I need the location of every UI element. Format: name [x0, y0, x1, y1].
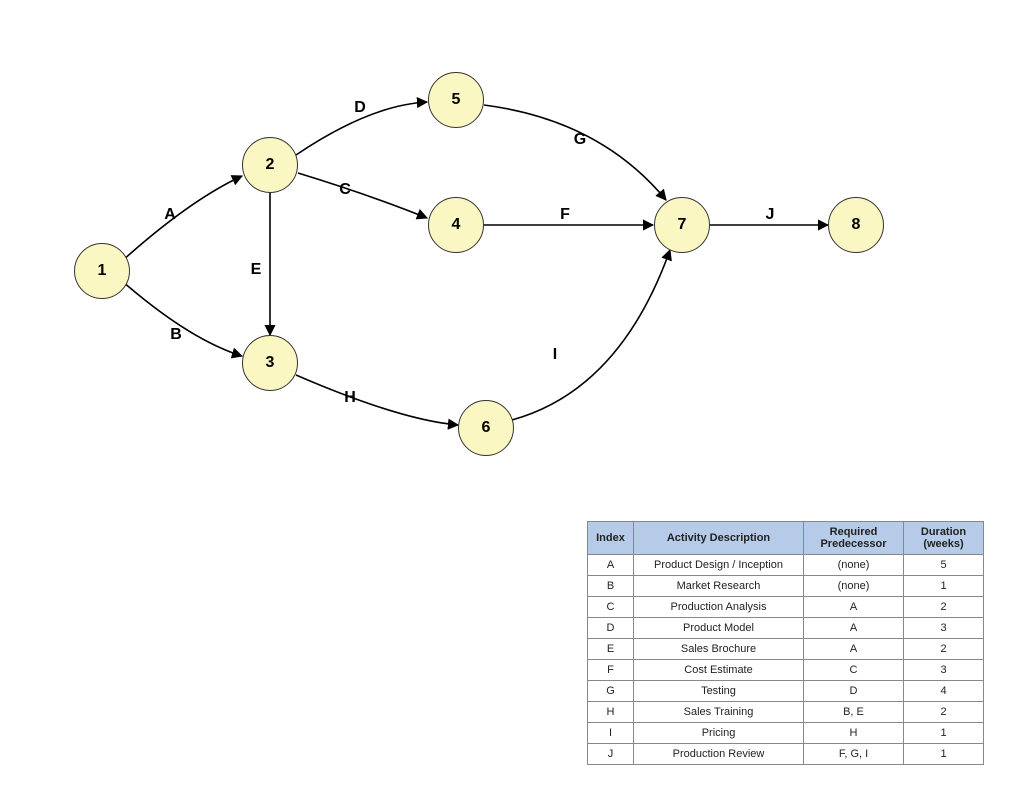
- activity-table: Index Activity Description Required Pred…: [587, 521, 984, 765]
- table-body: A Product Design / Inception (none) 5 B …: [588, 555, 984, 765]
- node-1: 1: [74, 243, 130, 299]
- table-row: D Product Model A 3: [588, 618, 984, 639]
- edge-I: [512, 250, 670, 420]
- table-row: H Sales Training B, E 2: [588, 702, 984, 723]
- edge-label-J: J: [766, 206, 775, 224]
- node-label: 4: [452, 216, 461, 234]
- th-dur: Duration (weeks): [904, 522, 984, 555]
- edge-label-I: I: [553, 346, 557, 364]
- edge-H: [296, 375, 458, 425]
- table-row: C Production Analysis A 2: [588, 597, 984, 618]
- table-row: A Product Design / Inception (none) 5: [588, 555, 984, 576]
- edge-label-B: B: [170, 326, 182, 344]
- edge-label-F: F: [560, 206, 570, 224]
- table-row: I Pricing H 1: [588, 723, 984, 744]
- th-pred: Required Predecessor: [804, 522, 904, 555]
- edge-C: [298, 173, 427, 218]
- edge-B: [122, 281, 242, 356]
- th-desc: Activity Description: [634, 522, 804, 555]
- node-label: 3: [266, 354, 275, 372]
- node-5: 5: [428, 72, 484, 128]
- node-label: 5: [452, 91, 461, 109]
- table-row: E Sales Brochure A 2: [588, 639, 984, 660]
- edge-label-D: D: [354, 99, 366, 117]
- table-row: J Production Review F, G, I 1: [588, 744, 984, 765]
- node-2: 2: [242, 137, 298, 193]
- table-row: G Testing D 4: [588, 681, 984, 702]
- edge-label-A: A: [164, 206, 176, 224]
- edge-G: [484, 105, 666, 200]
- node-4: 4: [428, 197, 484, 253]
- node-label: 7: [678, 216, 687, 234]
- edge-A: [122, 176, 242, 261]
- th-index: Index: [588, 522, 634, 555]
- diagram-canvas: 1 2 3 4 5 6 7 8 A B C D E F G H I J Inde…: [0, 0, 1024, 801]
- edge-label-H: H: [344, 389, 356, 407]
- table-header-row: Index Activity Description Required Pred…: [588, 522, 984, 555]
- table-row: F Cost Estimate C 3: [588, 660, 984, 681]
- node-label: 2: [266, 156, 275, 174]
- node-7: 7: [654, 197, 710, 253]
- node-3: 3: [242, 335, 298, 391]
- node-label: 1: [98, 262, 107, 280]
- edge-label-E: E: [251, 261, 262, 279]
- node-6: 6: [458, 400, 514, 456]
- edge-label-C: C: [339, 181, 351, 199]
- table-row: B Market Research (none) 1: [588, 576, 984, 597]
- node-label: 8: [852, 216, 861, 234]
- edge-label-G: G: [574, 131, 586, 149]
- node-label: 6: [482, 419, 491, 437]
- node-8: 8: [828, 197, 884, 253]
